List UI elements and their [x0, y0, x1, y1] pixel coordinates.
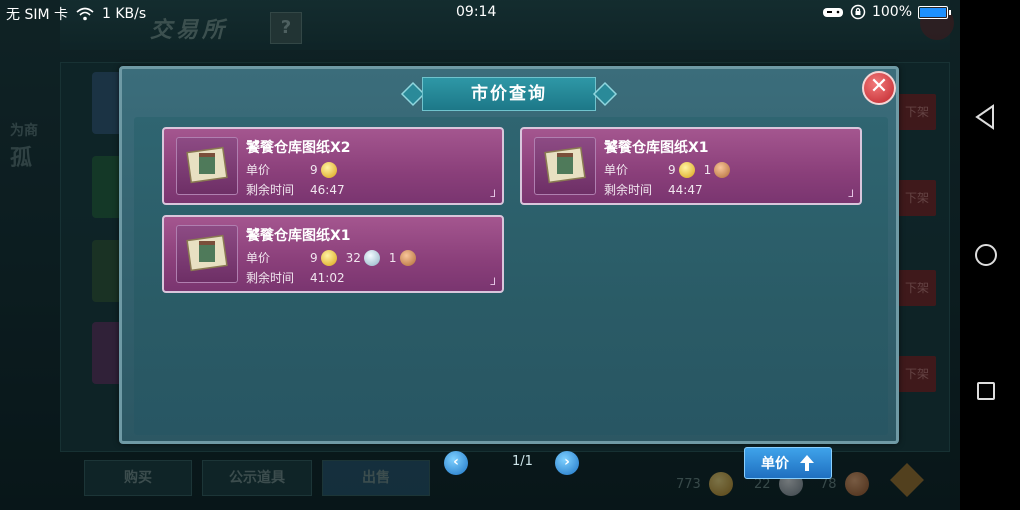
item-name: 饕餮仓库图纸X2 [246, 140, 351, 156]
home-icon[interactable] [975, 244, 997, 266]
gold-amount: 9 [310, 250, 318, 265]
remaining-time: 41:02 [310, 270, 345, 285]
time-label: 剩余时间 [246, 183, 295, 197]
time-row: 剩余时间 41:02 [246, 269, 345, 286]
sim-status: 无 SIM 卡 [6, 7, 68, 23]
copper-amount: 1 [703, 162, 712, 177]
time-label: 剩余时间 [604, 183, 653, 197]
clock: 09:14 [456, 4, 497, 20]
remaining-time: 44:47 [668, 182, 703, 197]
network-speed: 1 KB/s [102, 6, 147, 22]
close-button[interactable]: ✕ [862, 71, 896, 105]
screen: 交易所 ? 为商 孤 下架 下架 下架 下架 购买 公示道具 出售 773 22… [0, 0, 1020, 510]
time-row: 剩余时间 44:47 [604, 181, 703, 198]
gold-coin-icon [678, 161, 695, 178]
blueprint-icon [534, 137, 596, 195]
prev-page-button[interactable]: ‹ [444, 451, 468, 475]
listing-card[interactable]: 饕餮仓库图纸X1 单价 9 32 1 剩余时间 41:02 ᒧ [162, 215, 504, 293]
item-name: 饕餮仓库图纸X1 [246, 228, 351, 244]
price-row: 单价 9 1 [604, 161, 731, 178]
price-label: 单价 [246, 251, 271, 265]
listing-area: 饕餮仓库图纸X2 单价 9 剩余时间 46:47 ᒧ 饕餮仓库图纸X1 单价 9… [134, 117, 888, 479]
silver-coin-icon [363, 249, 380, 266]
gold-coin-icon [320, 249, 337, 266]
corner-mark-icon: ᒧ [489, 277, 496, 288]
copper-coin-icon [714, 161, 731, 178]
rotation-lock-icon [850, 4, 866, 20]
time-label: 剩余时间 [246, 271, 295, 285]
page-indicator: 1/1 [512, 454, 533, 469]
listing-card[interactable]: 饕餮仓库图纸X2 单价 9 剩余时间 46:47 ᒧ [162, 127, 504, 205]
listing-card[interactable]: 饕餮仓库图纸X1 单价 9 1 剩余时间 44:47 ᒧ [520, 127, 862, 205]
sort-by-price-button[interactable]: 单价 [744, 447, 832, 479]
battery-percent: 100% [871, 4, 912, 20]
silver-amount: 32 [345, 250, 361, 265]
status-bar: 无 SIM 卡 1 KB/s 09:14 100% [0, 0, 960, 26]
back-icon[interactable] [974, 104, 996, 130]
gold-coin-icon [320, 161, 337, 178]
price-label: 单价 [604, 163, 629, 177]
price-row: 单价 9 32 1 [246, 249, 416, 266]
copper-coin-icon [399, 249, 416, 266]
corner-mark-icon: ᒧ [489, 189, 496, 200]
gamepad-icon [822, 8, 843, 17]
gold-amount: 9 [668, 162, 676, 177]
battery-icon [918, 5, 951, 19]
copper-amount: 1 [388, 250, 397, 265]
wifi-icon [76, 7, 94, 21]
blueprint-icon [176, 137, 238, 195]
recent-apps-icon[interactable] [977, 382, 995, 400]
sort-label: 单价 [761, 456, 789, 472]
gold-amount: 9 [310, 162, 318, 177]
right-ornament-icon [592, 81, 618, 107]
price-row: 单价 9 [246, 161, 337, 178]
next-page-button[interactable]: › [555, 451, 579, 475]
market-price-dialog: 市价查询 ✕ 饕餮仓库图纸X2 单价 9 剩余时间 46:47 ᒧ 饕餮仓库图纸… [119, 66, 899, 479]
item-name: 饕餮仓库图纸X1 [604, 140, 709, 156]
corner-mark-icon: ᒧ [847, 189, 854, 200]
remaining-time: 46:47 [310, 182, 345, 197]
price-label: 单价 [246, 163, 271, 177]
arrow-up-icon [800, 455, 814, 471]
time-row: 剩余时间 46:47 [246, 181, 345, 198]
dialog-title: 市价查询 [422, 77, 596, 111]
blueprint-icon [176, 225, 238, 283]
